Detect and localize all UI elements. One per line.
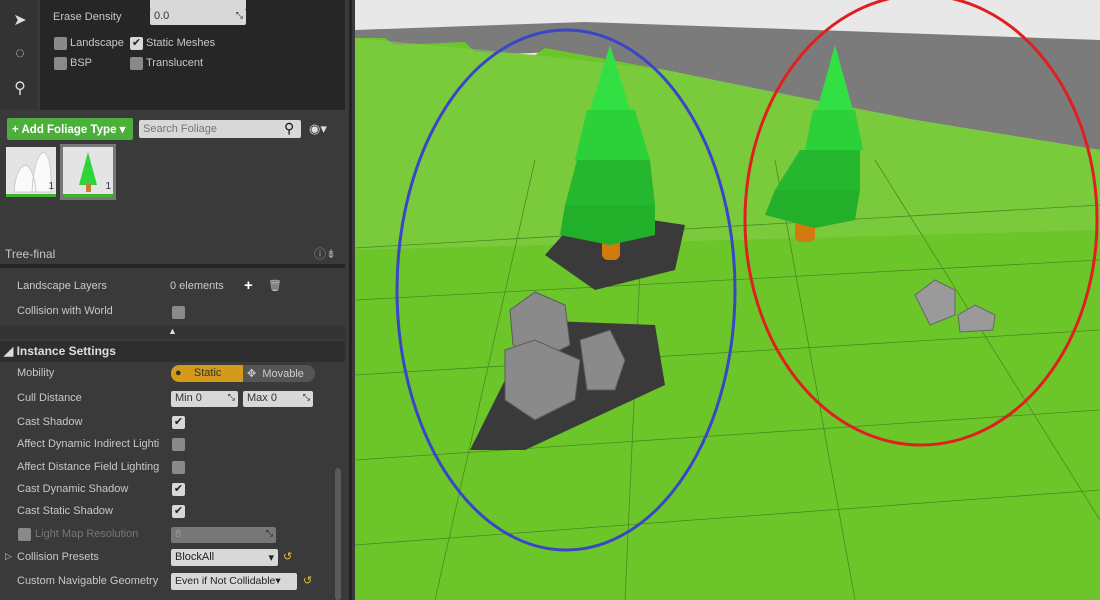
affect-dynamic-checkbox[interactable] — [172, 438, 185, 451]
trash-icon[interactable]: 🗑 — [268, 279, 282, 292]
item-count: 1 — [105, 181, 111, 192]
max-value: 0 — [270, 392, 277, 404]
add-icon[interactable]: + — [244, 277, 253, 294]
static-meshes-label: Static Meshes — [146, 37, 216, 49]
divider — [0, 264, 345, 268]
label: Cast Static Shadow — [17, 505, 113, 517]
scrollbar[interactable] — [335, 468, 341, 600]
nav-geometry-dropdown[interactable]: Even if Not Collidable▾ — [171, 573, 297, 590]
erase-density-label: Erase Density — [53, 11, 122, 23]
cull-min-input[interactable]: Min 0 ⤡ — [171, 391, 238, 407]
row-landscape-layers: Landscape Layers 0 elements + 🗑 — [0, 276, 345, 298]
collapse-arrow-icon[interactable]: ▲ — [0, 326, 345, 339]
cull-max-input[interactable]: Max 0 ⤡ — [243, 391, 313, 407]
mobility-static-button[interactable]: ● Static — [171, 365, 243, 382]
reset-icon[interactable]: ↺ — [283, 550, 292, 563]
level-viewport[interactable] — [355, 0, 1100, 600]
light-map-override-checkbox[interactable] — [18, 528, 31, 541]
bsp-label: BSP — [70, 57, 93, 69]
label: Affect Distance Field Lighting — [17, 461, 160, 473]
foliage-panel: ➤ ◌ ⚲ Erase Density 0.0 ⤡ Landscape ✔ Sta… — [0, 0, 352, 600]
label: Mobility — [17, 367, 55, 379]
row-mobility: Mobility ● Static ✥ Movable — [0, 363, 345, 385]
label: Collision with World — [17, 305, 113, 317]
label: Affect Dynamic Indirect Lighti — [17, 438, 160, 450]
filter-settings: Erase Density 0.0 ⤡ Landscape ✔ Static Me… — [40, 0, 345, 110]
erase-density-value: 0.0 — [154, 10, 170, 22]
value: 0 elements — [170, 280, 224, 292]
row-affect-distance-field: Affect Distance Field Lighting — [0, 457, 345, 479]
max-label: Max — [247, 392, 268, 404]
info-search-icon[interactable]: ⓘ⇟ — [314, 245, 336, 262]
item-count: 1 — [48, 181, 54, 192]
landscape-label: Landscape — [70, 37, 124, 49]
section-title: Instance Settings — [16, 344, 116, 358]
selected-foliage-name: Tree-final — [5, 247, 56, 261]
light-map-value: 8 — [175, 528, 182, 540]
row-collision-world: Collision with World — [0, 301, 345, 323]
reset-icon[interactable]: ↺ — [303, 574, 312, 587]
value: Even if Not Collidable — [175, 575, 276, 587]
cast-shadow-checkbox[interactable]: ✔ — [172, 416, 185, 429]
affect-df-checkbox[interactable] — [172, 461, 185, 474]
min-value: 0 — [195, 392, 202, 404]
mobility-movable-button[interactable]: ✥ Movable — [243, 365, 315, 382]
label: Light Map Resolution — [35, 528, 139, 540]
row-light-map: Light Map Resolution 8 ⤡ — [0, 524, 345, 546]
search-foliage-input[interactable] — [139, 120, 301, 138]
row-cast-dynamic: Cast Dynamic Shadow ✔ — [0, 479, 345, 501]
row-cull-distance: Cull Distance Min 0 ⤡ Max 0 ⤡ — [0, 388, 345, 410]
row-collision-presets: ▷ Collision Presets BlockAll ▾ ↺ — [0, 547, 345, 569]
expand-arrow-icon[interactable]: ▷ — [5, 551, 12, 562]
row-cast-static: Cast Static Shadow ✔ — [0, 501, 345, 523]
cast-dynamic-checkbox[interactable]: ✔ — [172, 483, 185, 496]
static-label: Static — [193, 367, 222, 379]
row-affect-dynamic: Affect Dynamic Indirect Lighti — [0, 434, 345, 456]
instance-settings-header[interactable]: ◢ Instance Settings — [0, 341, 345, 362]
translucent-label: Translucent — [146, 57, 204, 69]
row-custom-nav: Custom Navigable Geometry Even if Not Co… — [0, 571, 345, 593]
movable-label: Movable — [262, 368, 304, 380]
add-foliage-type-button[interactable]: + Add Foliage Type ▾ — [7, 118, 133, 140]
erase-density-input[interactable]: 0.0 ⤡ — [150, 9, 246, 25]
lasso-icon[interactable]: ◌ — [10, 45, 30, 65]
add-foliage-label: + Add Foliage Type — [12, 124, 117, 136]
bsp-checkbox[interactable] — [54, 57, 67, 70]
label: Cast Shadow — [17, 416, 83, 428]
paint-bucket-icon[interactable]: ⚲ — [10, 78, 30, 98]
landscape-checkbox[interactable] — [54, 37, 67, 50]
label: Cull Distance — [17, 392, 82, 404]
static-meshes-checkbox[interactable]: ✔ — [130, 37, 143, 50]
min-label: Min — [175, 392, 193, 404]
collision-presets-dropdown[interactable]: BlockAll ▾ — [171, 549, 278, 566]
tool-strip: ➤ ◌ ⚲ — [0, 0, 38, 110]
row-cast-shadow: Cast Shadow ✔ — [0, 412, 345, 434]
label: Collision Presets — [17, 551, 99, 563]
search-icon[interactable]: ⚲ — [284, 120, 294, 137]
select-arrow-icon[interactable]: ➤ — [10, 10, 30, 30]
value: BlockAll — [175, 551, 215, 563]
collision-world-checkbox[interactable] — [172, 306, 185, 319]
translucent-checkbox[interactable] — [130, 57, 143, 70]
label: Landscape Layers — [17, 280, 107, 292]
label: Cast Dynamic Shadow — [17, 483, 129, 495]
foliage-thumb-rock[interactable]: 1 — [6, 147, 56, 197]
foliage-thumb-tree[interactable]: 1 — [60, 144, 116, 200]
eye-visibility-icon[interactable]: ◉▾ — [309, 121, 327, 137]
light-map-input: 8 ⤡ — [171, 527, 276, 543]
cast-static-checkbox[interactable]: ✔ — [172, 505, 185, 518]
label: Custom Navigable Geometry — [17, 575, 159, 587]
